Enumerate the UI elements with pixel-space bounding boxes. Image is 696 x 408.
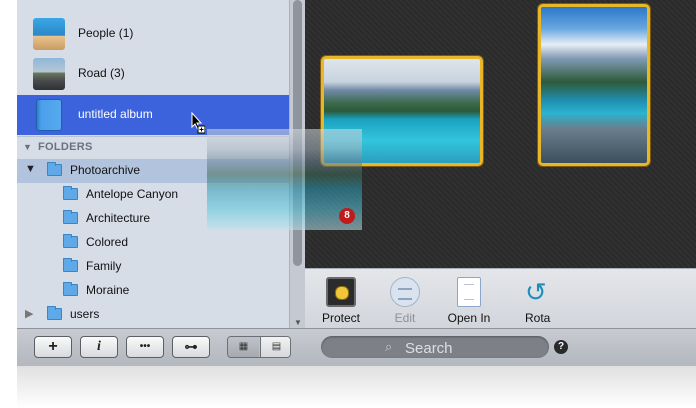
window-shadow (17, 366, 696, 408)
folders-header-label: FOLDERS (38, 141, 93, 153)
album-road[interactable]: Road (3) (17, 54, 289, 94)
pointer-cursor-icon (191, 112, 205, 134)
app-window: People (1) Road (3) untitled album ▼ FOL… (17, 0, 696, 366)
open-in-document-icon (457, 277, 481, 307)
folder-label: Architecture (86, 211, 151, 225)
folder-label: Photoarchive (70, 163, 141, 177)
photo-thumbnail-logs[interactable] (538, 4, 650, 166)
album-label: People (1) (78, 26, 134, 40)
protect-safe-icon (326, 277, 356, 307)
folder-icon (63, 234, 78, 248)
album-thumbnail (33, 58, 65, 90)
album-icon (36, 99, 62, 131)
drag-count-badge: 8 (339, 208, 355, 224)
folder-label: Family (86, 259, 122, 273)
folder-label: Moraine (86, 283, 130, 297)
edit-button[interactable]: Edit (375, 277, 435, 325)
photo-grid (305, 0, 696, 268)
protect-button[interactable]: Protect (311, 277, 371, 325)
protect-label: Protect (321, 311, 360, 325)
edit-toolbar: Protect Edit Open In ↺ Rota (305, 268, 696, 328)
folder-icon (47, 306, 62, 320)
edit-sliders-icon (390, 277, 420, 307)
search-icon: ⌕ (385, 339, 393, 354)
folder-label: Antelope Canyon (86, 187, 179, 201)
folder-icon (63, 186, 78, 200)
bottom-bar: + i ••• ⊶ ▦ ▤ ⌕ ? (17, 328, 696, 366)
collapse-triangle-icon[interactable]: ▼ (23, 142, 32, 152)
folder-family[interactable]: Family (17, 255, 289, 279)
folder-icon (47, 162, 62, 176)
add-button[interactable]: + (34, 336, 72, 358)
view-toggle[interactable]: ▦ ▤ (227, 336, 291, 358)
album-thumbnail (33, 18, 65, 50)
open-in-button[interactable]: Open In (439, 277, 499, 325)
search-input[interactable] (403, 337, 547, 359)
folder-icon (63, 258, 78, 272)
folder-moraine[interactable]: Moraine (17, 279, 289, 303)
key-button[interactable]: ⊶ (172, 336, 210, 358)
search-field[interactable]: ⌕ (321, 336, 549, 359)
rotate-arrow-icon: ↺ (525, 277, 547, 307)
help-icon[interactable]: ? (554, 340, 568, 354)
scroll-down-arrow-icon[interactable]: ▼ (294, 318, 302, 327)
disclosure-collapsed-icon[interactable]: ▶ (25, 307, 33, 320)
folder-users[interactable]: ▶ users (17, 303, 289, 327)
info-button[interactable]: i (80, 336, 118, 358)
edit-label: Edit (394, 311, 416, 325)
list-view-icon[interactable]: ▤ (260, 337, 290, 357)
album-label: untitled album (78, 107, 153, 121)
disclosure-expanded-icon[interactable]: ▼ (25, 163, 36, 175)
folder-icon (63, 210, 78, 224)
folder-icon (63, 282, 78, 296)
open-in-label: Open In (447, 311, 491, 325)
more-button[interactable]: ••• (126, 336, 164, 358)
album-people[interactable]: People (1) (17, 14, 289, 54)
folder-label: Colored (86, 235, 129, 249)
folder-label: users (70, 307, 100, 321)
rotate-label: Rota (525, 311, 551, 325)
grid-view-icon[interactable]: ▦ (228, 337, 259, 357)
folder-colored[interactable]: Colored (17, 231, 289, 255)
rotate-button[interactable]: ↺ Rota (525, 277, 575, 325)
album-label: Road (3) (78, 66, 125, 80)
